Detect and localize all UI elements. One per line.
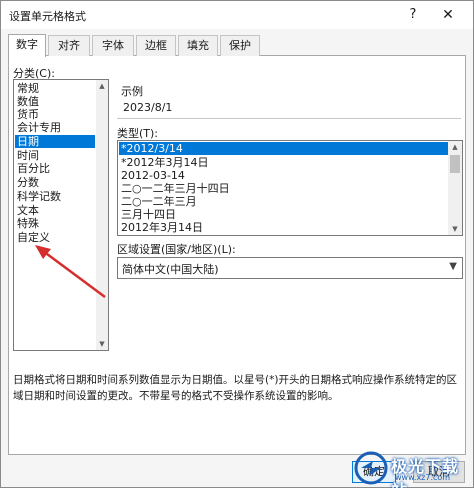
type-item[interactable]: *2012年3月14日	[119, 156, 448, 169]
type-item[interactable]: 二○一二年三月十四日	[119, 182, 448, 195]
dialog-title: 设置单元格格式	[9, 10, 86, 23]
tab-font[interactable]: 字体	[92, 35, 134, 56]
category-list[interactable]: 常规 数值 货币 会计专用 日期 时间 百分比 分数 科学记数 文本 特殊 自定…	[13, 79, 109, 351]
tab-protection[interactable]: 保护	[220, 35, 260, 56]
type-item[interactable]: 三月十四日	[119, 208, 448, 221]
locale-select[interactable]: 简体中文(中国大陆) ▼	[117, 257, 463, 279]
tab-border[interactable]: 边框	[136, 35, 176, 56]
category-item-fraction[interactable]: 分数	[15, 176, 95, 189]
sample-value: 2023/8/1	[123, 101, 173, 114]
title-bar: 设置单元格格式 ? ✕	[1, 1, 473, 29]
tab-alignment[interactable]: 对齐	[48, 35, 90, 56]
category-item-number[interactable]: 数值	[15, 95, 95, 108]
tab-fill[interactable]: 填充	[178, 35, 218, 56]
help-button[interactable]: ?	[401, 5, 425, 25]
category-item-date[interactable]: 日期	[15, 135, 95, 148]
category-scrollbar[interactable]: ▲ ▼	[96, 80, 108, 350]
watermark-logo: 极光下载站 www.xz7.com	[351, 449, 473, 488]
type-item[interactable]: 二○一二年三月	[119, 195, 448, 208]
scroll-down-arrow-icon[interactable]: ▼	[448, 223, 462, 235]
category-item-percentage[interactable]: 百分比	[15, 162, 95, 175]
watermark-text: 极光下载站	[391, 457, 460, 488]
scroll-up-arrow-icon[interactable]: ▲	[448, 141, 462, 153]
type-list[interactable]: *2012/3/14 *2012年3月14日 2012-03-14 二○一二年三…	[117, 140, 463, 236]
watermark-url: www.xz7.com	[395, 473, 451, 482]
type-item[interactable]: 2012年3月14日	[119, 221, 448, 234]
category-item-general[interactable]: 常规	[15, 82, 95, 95]
category-item-currency[interactable]: 货币	[15, 108, 95, 121]
type-item[interactable]: 2012-03-14	[119, 169, 448, 182]
scroll-thumb[interactable]	[450, 155, 460, 173]
category-item-accounting[interactable]: 会计专用	[15, 121, 95, 134]
close-button[interactable]: ✕	[433, 5, 463, 25]
tab-number[interactable]: 数字	[8, 34, 46, 57]
category-item-time[interactable]: 时间	[15, 149, 95, 162]
scroll-down-arrow-icon[interactable]: ▼	[96, 338, 108, 350]
type-label: 类型(T):	[117, 127, 159, 140]
sample-label: 示例	[121, 85, 143, 98]
locale-label: 区域设置(国家/地区)(L):	[117, 243, 236, 256]
category-item-special[interactable]: 特殊	[15, 217, 95, 230]
category-item-custom[interactable]: 自定义	[15, 231, 95, 244]
category-item-text[interactable]: 文本	[15, 204, 95, 217]
sample-divider	[117, 118, 461, 119]
type-scrollbar[interactable]: ▲ ▼	[448, 141, 462, 235]
watermark-icon	[354, 451, 388, 485]
scroll-up-arrow-icon[interactable]: ▲	[96, 80, 108, 92]
format-cells-dialog: 设置单元格格式 ? ✕ 数字 对齐 字体 边框 填充 保护 分类(C): 常规 …	[0, 0, 474, 488]
chevron-down-icon[interactable]: ▼	[449, 261, 457, 272]
format-description: 日期格式将日期和时间系列数值显示为日期值。以星号(*)开头的日期格式响应操作系统…	[13, 374, 457, 402]
type-item[interactable]: *2012/3/14	[119, 142, 448, 155]
category-item-scientific[interactable]: 科学记数	[15, 190, 95, 203]
locale-value: 简体中文(中国大陆)	[122, 263, 219, 276]
